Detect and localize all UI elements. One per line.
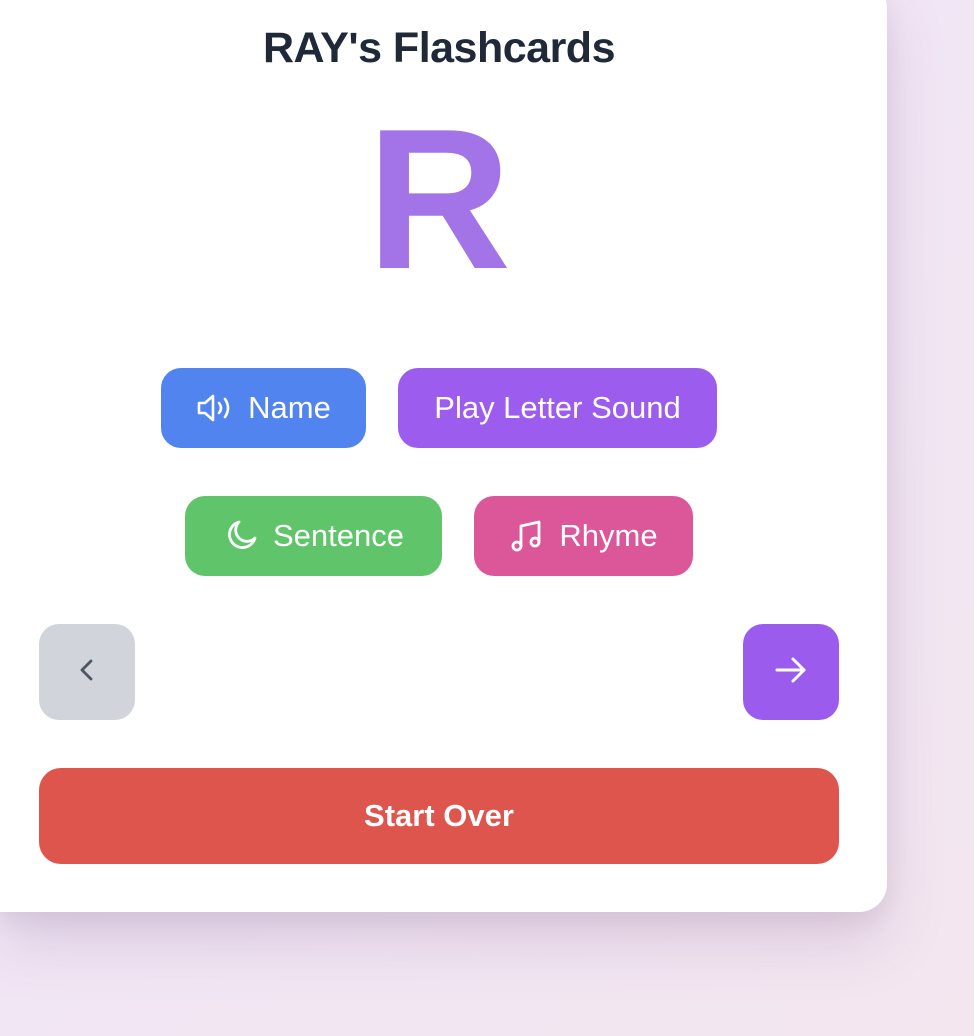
- speaker-icon: [196, 393, 234, 423]
- sentence-button[interactable]: Sentence: [185, 496, 442, 576]
- name-button-label: Name: [248, 390, 331, 425]
- chevron-left-icon: [72, 655, 102, 690]
- previous-card-button[interactable]: [39, 624, 135, 720]
- play-letter-sound-label: Play Letter Sound: [434, 390, 681, 425]
- start-over-button[interactable]: Start Over: [39, 768, 839, 864]
- start-over-label: Start Over: [364, 798, 514, 833]
- moon-icon: [223, 518, 259, 554]
- rhyme-button[interactable]: Rhyme: [474, 496, 693, 576]
- music-note-icon: [509, 518, 545, 554]
- next-card-button[interactable]: [743, 624, 839, 720]
- rhyme-button-label: Rhyme: [559, 518, 658, 553]
- play-letter-sound-button[interactable]: Play Letter Sound: [398, 368, 717, 448]
- page-title: RAY's Flashcards: [263, 24, 615, 72]
- flashcard-letter: R: [366, 88, 512, 311]
- arrow-right-icon: [772, 651, 810, 694]
- sentence-button-label: Sentence: [273, 518, 404, 553]
- name-button[interactable]: Name: [161, 368, 366, 448]
- flashcard-panel: RAY's Flashcards R Name Play Letter Soun…: [0, 0, 887, 912]
